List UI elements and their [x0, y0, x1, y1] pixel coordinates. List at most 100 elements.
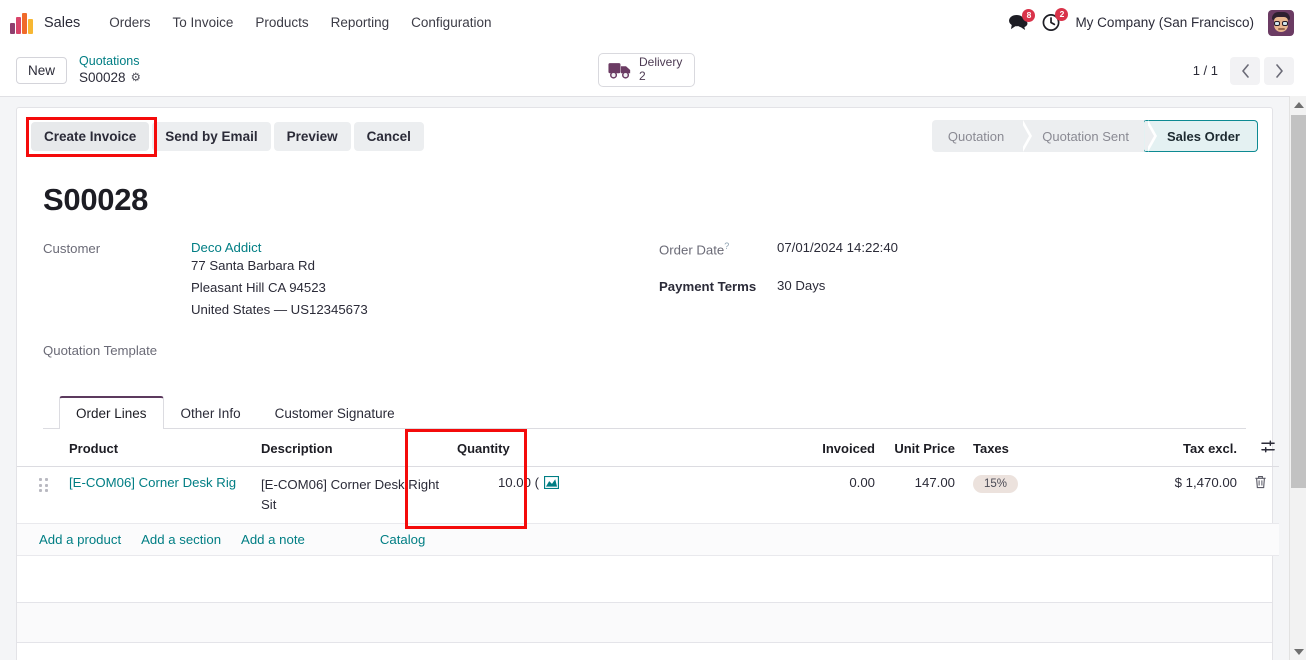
cell-product[interactable]: [E-COM06] Corner Desk Rig: [61, 466, 253, 524]
empty-row-1: [17, 555, 1272, 603]
empty-row-2: [17, 602, 1272, 643]
menu-reporting[interactable]: Reporting: [320, 10, 401, 35]
menu-configuration[interactable]: Configuration: [400, 10, 502, 35]
field-order-date: Order Date? 07/01/2024 14:22:40: [659, 240, 1246, 263]
activities-button[interactable]: 2: [1042, 8, 1069, 32]
order-lines-body: [E-COM06] Corner Desk Rig [E-COM06] Corn…: [17, 466, 1279, 556]
field-payment-terms: Payment Terms 30 Days: [659, 278, 1246, 301]
cancel-button[interactable]: Cancel: [353, 121, 424, 151]
add-a-product-link[interactable]: Add a product: [39, 532, 121, 547]
cell-quantity[interactable]: 10.00 (: [449, 466, 567, 524]
tab-order-lines[interactable]: Order Lines: [59, 396, 164, 430]
fields-column-right: Order Date? 07/01/2024 14:22:40 Payment …: [643, 240, 1246, 369]
add-a-note-link[interactable]: Add a note: [241, 532, 305, 547]
empty-row-3: [17, 642, 1272, 660]
th-column-options: [1245, 429, 1279, 468]
add-line-cell: Add a product Add a section Add a note C…: [17, 523, 1279, 556]
trash-icon[interactable]: [1254, 475, 1267, 489]
cell-delete: [1245, 466, 1279, 524]
tab-customer-signature[interactable]: Customer Signature: [258, 396, 412, 429]
field-order-date-label: Order Date?: [659, 240, 777, 257]
delivery-smart-button[interactable]: Delivery 2: [598, 53, 696, 87]
customer-link[interactable]: Deco Addict: [191, 240, 368, 255]
gear-icon[interactable]: ⚙: [131, 71, 141, 85]
quantity-value: 10.00 (: [497, 475, 539, 491]
vertical-scrollbar[interactable]: [1289, 96, 1306, 660]
cell-invoiced[interactable]: 0.00: [795, 466, 883, 524]
th-taxes[interactable]: Taxes: [963, 429, 1113, 468]
create-invoice-button[interactable]: Create Invoice: [31, 121, 150, 151]
status-step-quotation[interactable]: Quotation: [931, 120, 1033, 152]
pager-next-button[interactable]: [1264, 56, 1294, 85]
field-quotation-template: Quotation Template: [43, 342, 643, 365]
tab-other-info[interactable]: Other Info: [164, 396, 258, 429]
order-lines-table-wrapper: Product Description Quantity Invoiced Un…: [17, 429, 1279, 660]
messages-button[interactable]: 8: [1009, 9, 1036, 31]
order-lines-table: Product Description Quantity Invoiced Un…: [17, 429, 1279, 556]
add-a-section-link[interactable]: Add a section: [141, 532, 221, 547]
page-title: S00028: [43, 182, 149, 217]
column-options-icon[interactable]: [1261, 440, 1276, 453]
sheet-header: Create Invoice Send by Email Preview Can…: [17, 108, 1272, 164]
delivery-smart-button-value: 2: [639, 69, 646, 83]
cell-taxes[interactable]: 15%: [963, 466, 1113, 524]
delivery-smart-button-label: Delivery: [639, 55, 683, 70]
table-row[interactable]: [E-COM06] Corner Desk Rig [E-COM06] Corn…: [17, 466, 1279, 524]
scroll-up-arrow[interactable]: [1290, 96, 1306, 113]
cell-tax-excl: $ 1,470.00: [1113, 466, 1245, 524]
th-description[interactable]: Description: [253, 429, 449, 468]
cell-description[interactable]: [E-COM06] Corner Desk Right Sit: [253, 466, 449, 524]
th-product[interactable]: Product: [61, 429, 253, 468]
menu-products[interactable]: Products: [244, 10, 319, 35]
field-customer: Customer Deco Addict 77 Santa Barbara Rd…: [43, 240, 643, 320]
status-bar: Quotation Quotation Sent Sales Order: [931, 120, 1258, 152]
th-tax-excl[interactable]: Tax excl.: [1113, 429, 1245, 468]
notebook: Order Lines Other Info Customer Signatur…: [17, 395, 1279, 660]
app-name-sales[interactable]: Sales: [44, 15, 80, 31]
preview-button[interactable]: Preview: [273, 121, 351, 151]
company-switcher[interactable]: My Company (San Francisco): [1075, 15, 1254, 30]
field-customer-label: Customer: [43, 241, 101, 256]
status-step-sales-order[interactable]: Sales Order: [1145, 120, 1258, 152]
breadcrumb-parent-quotations[interactable]: Quotations: [79, 54, 141, 70]
activities-count-badge: 2: [1055, 8, 1069, 21]
sales-barchart-icon[interactable]: [10, 12, 36, 34]
avatar[interactable]: [1268, 9, 1294, 36]
chevron-right-icon: [1275, 63, 1283, 78]
scrollbar-thumb[interactable]: [1291, 115, 1306, 488]
th-invoiced[interactable]: Invoiced: [795, 429, 883, 468]
navbar-right-tools: 8 2 My Company (San Francisco): [1009, 8, 1294, 36]
send-by-email-button[interactable]: Send by Email: [152, 121, 271, 151]
messages-count-badge: 8: [1022, 9, 1036, 22]
field-payment-terms-value[interactable]: 30 Days: [777, 278, 825, 293]
form-view-container: Create Invoice Send by Email Preview Can…: [0, 96, 1306, 660]
status-step-quotation-sent[interactable]: Quotation Sent: [1020, 120, 1157, 152]
tax-badge: 15%: [973, 475, 1019, 494]
pager-previous-button[interactable]: [1230, 56, 1260, 85]
fields-grid: Customer Deco Addict 77 Santa Barbara Rd…: [43, 240, 1246, 369]
menu-orders[interactable]: Orders: [98, 10, 161, 35]
cell-spacer: [567, 466, 795, 524]
quantity-value-group: 10.00 (: [457, 475, 559, 490]
field-order-date-value[interactable]: 07/01/2024 14:22:40: [777, 240, 898, 255]
drag-handle-icon[interactable]: [39, 478, 53, 493]
pager: 1 / 1: [1193, 56, 1294, 85]
help-icon[interactable]: ?: [724, 241, 729, 251]
product-link[interactable]: [E-COM06] Corner Desk Rig: [69, 475, 245, 490]
new-record-button[interactable]: New: [16, 57, 68, 84]
forecast-chart-icon[interactable]: [544, 476, 559, 490]
field-order-date-label-text: Order Date: [659, 242, 725, 258]
scroll-down-arrow[interactable]: [1290, 643, 1306, 660]
smart-buttons-area: Delivery 2: [598, 53, 696, 87]
cell-unit-price[interactable]: 147.00: [883, 466, 963, 524]
menu-to-invoice[interactable]: To Invoice: [162, 10, 245, 35]
add-line-links: Add a product Add a section Add a note C…: [25, 532, 1271, 547]
th-unit-price[interactable]: Unit Price: [883, 429, 963, 468]
catalog-link[interactable]: Catalog: [380, 532, 425, 547]
field-quotation-template-label: Quotation Template: [43, 343, 158, 359]
order-lines-head: Product Description Quantity Invoiced Un…: [17, 429, 1279, 468]
th-handle: [17, 429, 61, 468]
record-sheet: Create Invoice Send by Email Preview Can…: [16, 107, 1279, 660]
field-payment-terms-label: Payment Terms: [659, 279, 757, 294]
th-quantity[interactable]: Quantity: [449, 429, 567, 468]
